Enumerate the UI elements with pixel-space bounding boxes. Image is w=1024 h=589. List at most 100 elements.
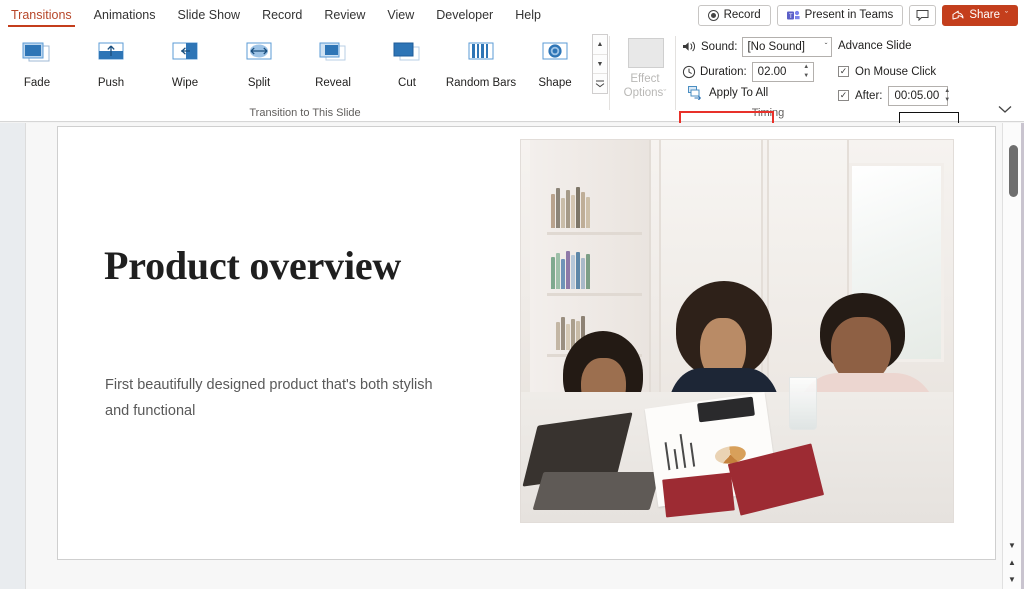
after-spinner[interactable]: ▲ ▼ — [944, 87, 950, 105]
effect-options-line2: Options — [623, 87, 664, 99]
random-bars-transition-icon — [461, 38, 501, 72]
chevron-down-icon: ˇ — [824, 42, 828, 51]
apply-to-all-label: Apply To All — [709, 87, 769, 99]
share-icon — [952, 10, 964, 19]
on-mouse-click-checkbox[interactable]: ✓ — [838, 66, 849, 77]
duration-spinbox[interactable]: 02.00 ▲ ▼ — [751, 61, 814, 82]
effect-options-button[interactable] — [628, 38, 664, 68]
tab-transitions[interactable]: Transitions — [0, 0, 83, 30]
tab-view[interactable]: View — [376, 0, 425, 30]
gallery-scroll-buttons[interactable]: ▲ ▼ — [592, 34, 608, 94]
editing-workspace: Product overview First beautifully desig… — [0, 123, 1024, 589]
tab-record-label: Record — [262, 8, 303, 22]
share-button[interactable]: Share ˇ — [942, 4, 1018, 26]
transition-random-bars[interactable]: Random Bars — [444, 34, 518, 89]
effect-options-line1: Effect — [630, 73, 660, 85]
slide-navigation-buttons[interactable]: ▼ ▲ ▼ — [1002, 537, 1022, 589]
chevron-down-icon: ˇ — [1005, 10, 1008, 20]
transition-reveal-label: Reveal — [315, 77, 351, 89]
ribbon-tab-strip: Transitions Animations Slide Show Record… — [0, 0, 1024, 30]
clock-icon — [682, 65, 696, 78]
present-in-teams-label: Present in Teams — [804, 9, 894, 21]
push-transition-icon — [91, 38, 131, 72]
tab-developer-label: Developer — [436, 8, 494, 22]
slide-image[interactable] — [520, 139, 954, 523]
chevron-down-icon — [998, 106, 1012, 113]
slide-subtitle[interactable]: First beautifully designed product that'… — [105, 372, 445, 424]
tab-record[interactable]: Record — [251, 0, 313, 30]
tab-help[interactable]: Help — [504, 0, 552, 30]
present-in-teams-button[interactable]: T Present in Teams — [776, 4, 904, 26]
sound-row: Sound: [No Sound] ˇ — [682, 36, 833, 57]
ribbon: Fade Push Wipe Split Reveal Cut Random B… — [0, 30, 1024, 135]
timing-group-label: Timing — [751, 107, 785, 119]
transition-shape[interactable]: Shape — [518, 34, 592, 89]
transition-push[interactable]: Push — [74, 34, 148, 89]
transition-fade[interactable]: Fade — [0, 34, 74, 89]
back-to-slide-button[interactable]: ▼ — [1003, 571, 1021, 587]
tab-review[interactable]: Review — [313, 0, 376, 30]
after-row[interactable]: ✓ After: 00:05.00 ▲ ▼ — [838, 85, 950, 106]
advance-slide-label: Advance Slide — [838, 40, 912, 52]
sound-value: [No Sound] — [747, 40, 805, 53]
slide-canvas[interactable]: Product overview First beautifully desig… — [57, 126, 996, 560]
duration-spinner[interactable]: ▲ ▼ — [800, 63, 813, 81]
previous-slide-button[interactable]: ▼ — [1003, 537, 1021, 553]
transition-shape-label: Shape — [538, 77, 572, 89]
spin-up-icon[interactable]: ▲ — [803, 64, 809, 70]
tab-slide-show-label: Slide Show — [177, 8, 241, 22]
gallery-more-icon[interactable] — [593, 74, 607, 93]
sound-dropdown[interactable]: [No Sound] ˇ — [742, 36, 833, 57]
tab-review-label: Review — [324, 8, 366, 22]
svg-text:T: T — [789, 13, 793, 19]
transition-gallery[interactable]: Fade Push Wipe Split Reveal Cut Random B… — [0, 34, 592, 89]
comments-button[interactable] — [909, 4, 937, 26]
tab-developer[interactable]: Developer — [425, 0, 504, 30]
after-spinbox[interactable]: 00:05.00 ▲ ▼ — [888, 85, 950, 106]
after-checkbox[interactable]: ✓ — [838, 90, 849, 101]
collapse-ribbon-button[interactable] — [998, 105, 1012, 117]
transition-wipe-label: Wipe — [171, 77, 199, 89]
tab-slide-show[interactable]: Slide Show — [167, 0, 252, 30]
transition-wipe[interactable]: Wipe — [148, 34, 222, 89]
tab-view-label: View — [387, 8, 415, 22]
teams-icon: T — [786, 10, 800, 19]
slide-title[interactable]: Product overview — [104, 240, 434, 291]
slide-thumbnail-pane[interactable] — [0, 123, 26, 589]
checkmark-icon: ✓ — [839, 66, 848, 76]
wipe-transition-icon — [165, 38, 205, 72]
transition-random-bars-label: Random Bars — [445, 77, 517, 89]
transition-reveal[interactable]: Reveal — [296, 34, 370, 89]
vertical-scroll-thumb[interactable] — [1009, 145, 1018, 197]
record-button[interactable]: Record — [697, 4, 771, 26]
sound-label: Sound: — [701, 40, 738, 53]
tab-transitions-label: Transitions — [11, 8, 72, 22]
transition-split-label: Split — [247, 77, 271, 89]
duration-value: 02.00 — [757, 65, 787, 78]
next-slide-button[interactable]: ▲ — [1003, 554, 1021, 570]
transition-split[interactable]: Split — [222, 34, 296, 89]
timing-group: Sound: [No Sound] ˇ Duration: 02.00 ▲ ▼ … — [678, 30, 1024, 122]
record-button-label: Record — [723, 9, 761, 21]
spin-up-icon[interactable]: ▲ — [944, 88, 950, 94]
reveal-transition-icon — [313, 38, 353, 72]
spin-down-icon[interactable]: ▼ — [803, 73, 809, 79]
spin-down-icon[interactable]: ▼ — [944, 97, 950, 103]
after-label: After: — [855, 89, 883, 102]
transition-push-label: Push — [97, 77, 125, 89]
on-mouse-click-row[interactable]: ✓ On Mouse Click — [838, 61, 936, 82]
gallery-scroll-down-icon[interactable]: ▼ — [593, 55, 607, 75]
apply-to-all-button[interactable]: Apply To All — [682, 84, 774, 102]
gallery-scroll-up-icon[interactable]: ▲ — [593, 35, 607, 55]
duration-label: Duration: — [700, 65, 747, 78]
on-mouse-click-label: On Mouse Click — [855, 65, 937, 78]
transition-cut[interactable]: Cut — [370, 34, 444, 89]
tab-animations[interactable]: Animations — [83, 0, 167, 30]
titlebar-actions: Record T Present in Teams Share ˇ — [697, 0, 1018, 30]
duration-row: Duration: 02.00 ▲ ▼ — [682, 61, 814, 82]
shape-transition-icon — [535, 38, 575, 72]
transition-cut-label: Cut — [398, 77, 416, 89]
after-value: 00:05.00 — [894, 89, 940, 102]
transition-group-label: Transition to This Slide — [249, 107, 361, 119]
slide-canvas-area[interactable]: Product overview First beautifully desig… — [26, 123, 1002, 589]
